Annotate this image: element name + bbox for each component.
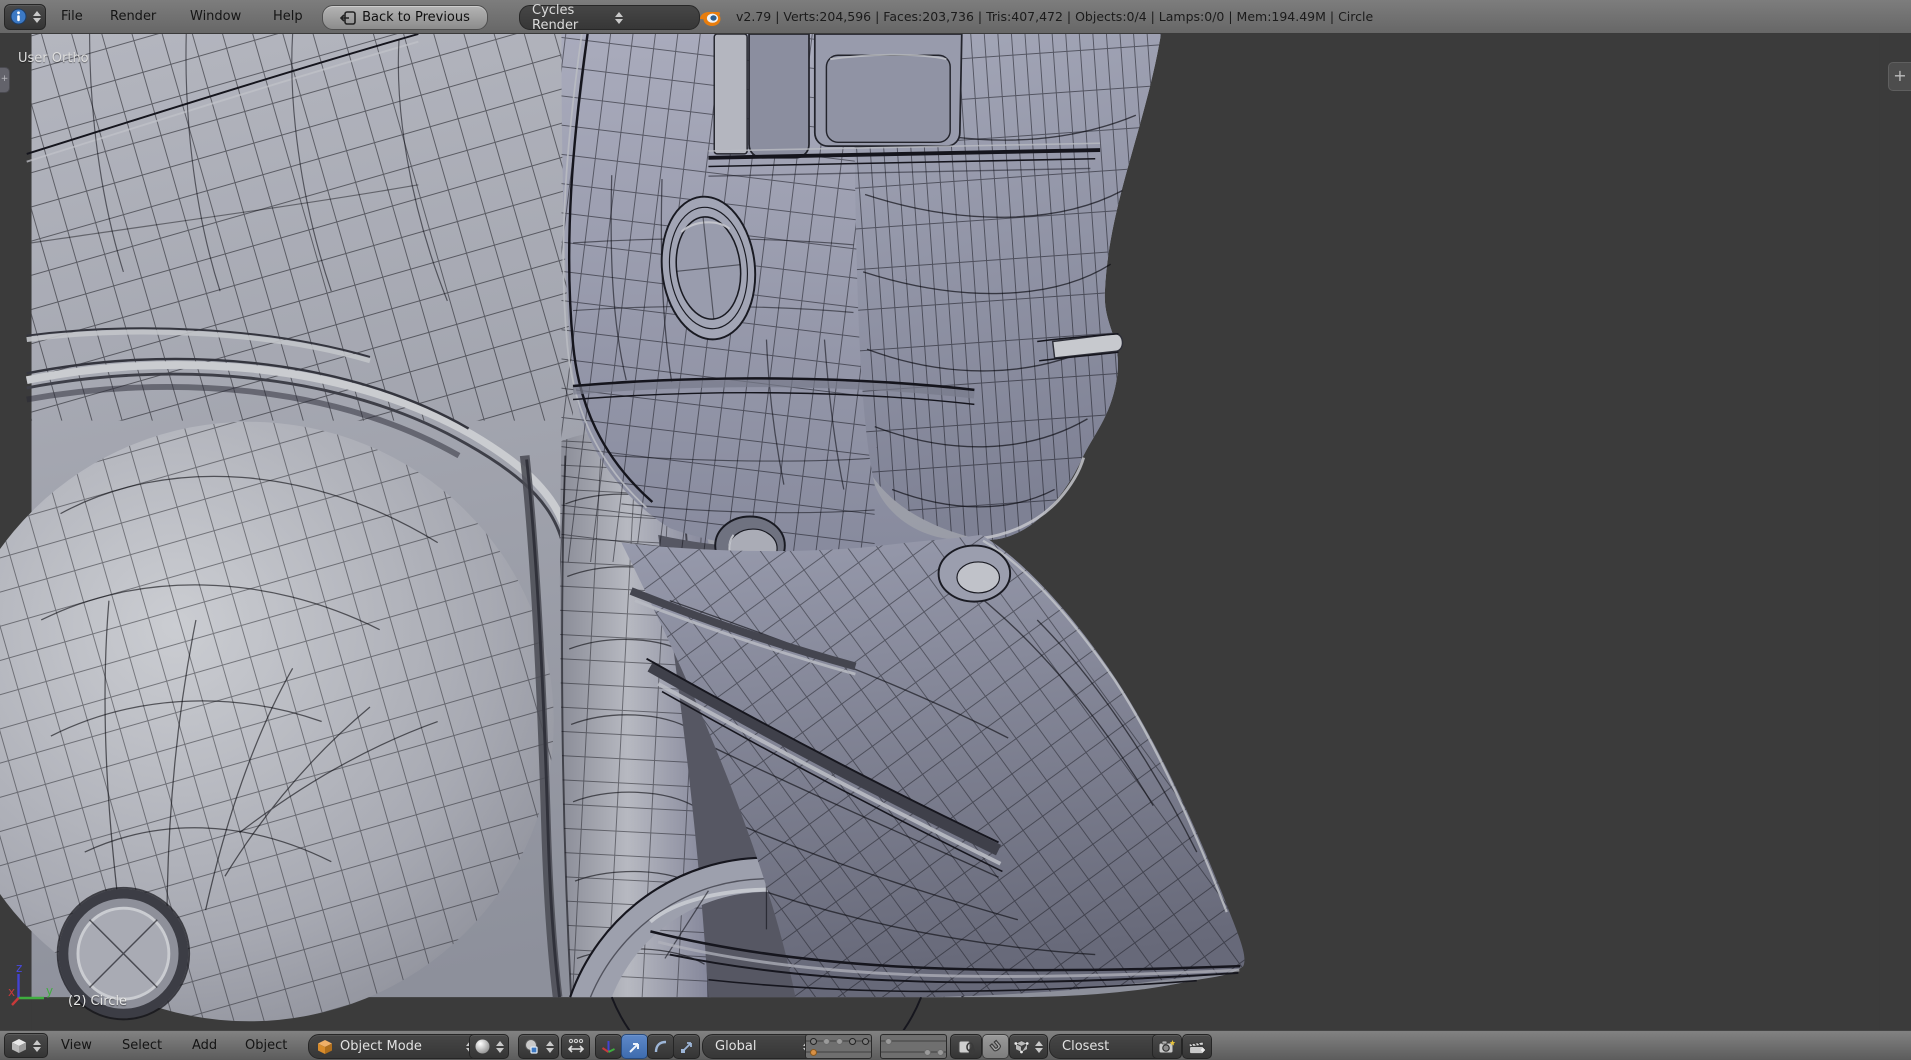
axis-x-label: x (8, 985, 15, 999)
layer-toggle[interactable] (832, 1040, 845, 1042)
translate-arrow-icon (628, 1040, 642, 1054)
layer-toggle[interactable] (832, 1051, 845, 1053)
menu-render[interactable]: Render (110, 9, 156, 24)
snap-element-button[interactable] (1009, 1034, 1048, 1059)
layer-toggle[interactable] (907, 1051, 920, 1053)
axis-z-label: z (16, 961, 22, 975)
snap-element-arrows (1035, 1041, 1043, 1053)
viewport-shading-button[interactable] (469, 1034, 509, 1059)
opengl-render-anim-button[interactable] (1182, 1034, 1212, 1059)
menu-window[interactable]: Window (190, 9, 241, 24)
blender-logo-icon (698, 6, 722, 28)
menu-object[interactable]: Object (245, 1038, 287, 1053)
editor-type-button[interactable] (4, 4, 46, 30)
layers-group-1 (805, 1034, 872, 1059)
info-icon (10, 8, 27, 25)
editor-type-arrows (33, 11, 41, 23)
mini-axis-gizmo: z x y (6, 950, 70, 1020)
transform-orientation-select[interactable]: Global (702, 1034, 820, 1059)
rotate-arc-icon (654, 1040, 668, 1054)
lock-link-icon (958, 1039, 975, 1055)
back-arrow-icon (340, 11, 356, 25)
layer-toggle[interactable] (845, 1051, 858, 1053)
layer-toggle[interactable] (858, 1051, 871, 1053)
editor-type-arrows-bottom (33, 1040, 41, 1052)
layer-toggle[interactable] (819, 1051, 832, 1053)
menu-select[interactable]: Select (122, 1038, 162, 1053)
clapperboard-icon (1188, 1039, 1206, 1055)
blender-window: File Render Window Help Back to Previous… (0, 0, 1911, 1059)
layer-toggle[interactable] (894, 1051, 907, 1053)
layer-toggle[interactable] (845, 1040, 858, 1042)
viewport-header-toolbar: View Select Add Object Object Mode (0, 1030, 1911, 1060)
transform-orientation-value: Global (715, 1039, 797, 1054)
layer-toggle[interactable] (920, 1051, 933, 1053)
layer-toggle[interactable] (907, 1040, 920, 1042)
translate-manipulator-axes-button[interactable] (595, 1034, 622, 1059)
pivot-point-button[interactable] (518, 1034, 559, 1059)
snap-toggle-button[interactable] (982, 1034, 1009, 1059)
shading-sphere-icon (475, 1039, 490, 1054)
translate-button[interactable] (621, 1034, 648, 1059)
wireframe-mesh (0, 34, 1911, 1030)
layer-toggle[interactable] (819, 1040, 832, 1042)
layer-toggle[interactable] (894, 1040, 907, 1042)
layer-toggle[interactable] (806, 1040, 819, 1042)
layer-toggle[interactable] (933, 1051, 946, 1053)
pivot-arrows (546, 1041, 554, 1053)
pivot-point-icon (524, 1039, 540, 1055)
manipulator-arrows-icon (567, 1038, 585, 1055)
interaction-mode-value: Object Mode (340, 1039, 460, 1054)
info-header: File Render Window Help Back to Previous… (0, 0, 1911, 34)
shading-arrows (496, 1041, 504, 1053)
toolshelf-expand-tab[interactable]: + (0, 67, 10, 93)
axis-y-label: y (46, 984, 53, 998)
axis-tripod-icon (601, 1039, 616, 1054)
back-to-previous-button[interactable]: Back to Previous (322, 5, 488, 30)
layer-toggle[interactable] (881, 1051, 894, 1053)
layers-group-2 (880, 1034, 947, 1059)
snap-volume-cube-icon (1014, 1039, 1029, 1054)
opengl-render-button[interactable] (1152, 1034, 1182, 1059)
view-name-label: User Ortho (18, 51, 89, 66)
render-engine-value: Cycles Render (532, 3, 609, 33)
layer-toggle[interactable] (881, 1040, 894, 1042)
menu-help[interactable]: Help (273, 9, 303, 24)
manipulator-toggle-button[interactable] (561, 1034, 590, 1059)
menu-view[interactable]: View (61, 1038, 92, 1053)
rotate-button[interactable] (647, 1034, 674, 1059)
scale-arrow-icon (680, 1040, 694, 1054)
back-to-previous-label: Back to Previous (362, 10, 470, 25)
viewport-3d[interactable]: User Ortho + + z x y (2) Circle (0, 34, 1911, 1030)
menu-add[interactable]: Add (192, 1038, 217, 1053)
camera-render-icon (1158, 1039, 1176, 1055)
layer-toggle[interactable] (806, 1051, 819, 1053)
lock-to-scene-button[interactable] (950, 1034, 982, 1059)
snap-target-value: Closest (1062, 1039, 1147, 1054)
render-engine-arrows (615, 12, 692, 24)
layer-toggle[interactable] (933, 1040, 946, 1042)
interaction-mode-select[interactable]: Object Mode (308, 1034, 483, 1059)
layer-toggle[interactable] (858, 1040, 871, 1042)
render-engine-select[interactable]: Cycles Render (519, 5, 700, 30)
object-mode-cube-icon (317, 1039, 333, 1055)
menu-file[interactable]: File (61, 9, 83, 24)
scale-button[interactable] (673, 1034, 700, 1059)
layer-toggle[interactable] (920, 1040, 933, 1042)
magnet-icon (989, 1039, 1003, 1054)
scene-stats: v2.79 | Verts:204,596 | Faces:203,736 | … (736, 0, 1373, 33)
active-object-label: (2) Circle (68, 994, 127, 1009)
editor-type-cube-icon (11, 1038, 27, 1054)
editor-type-button-bottom[interactable] (4, 1033, 48, 1058)
properties-expand-tab[interactable]: + (1888, 62, 1911, 91)
